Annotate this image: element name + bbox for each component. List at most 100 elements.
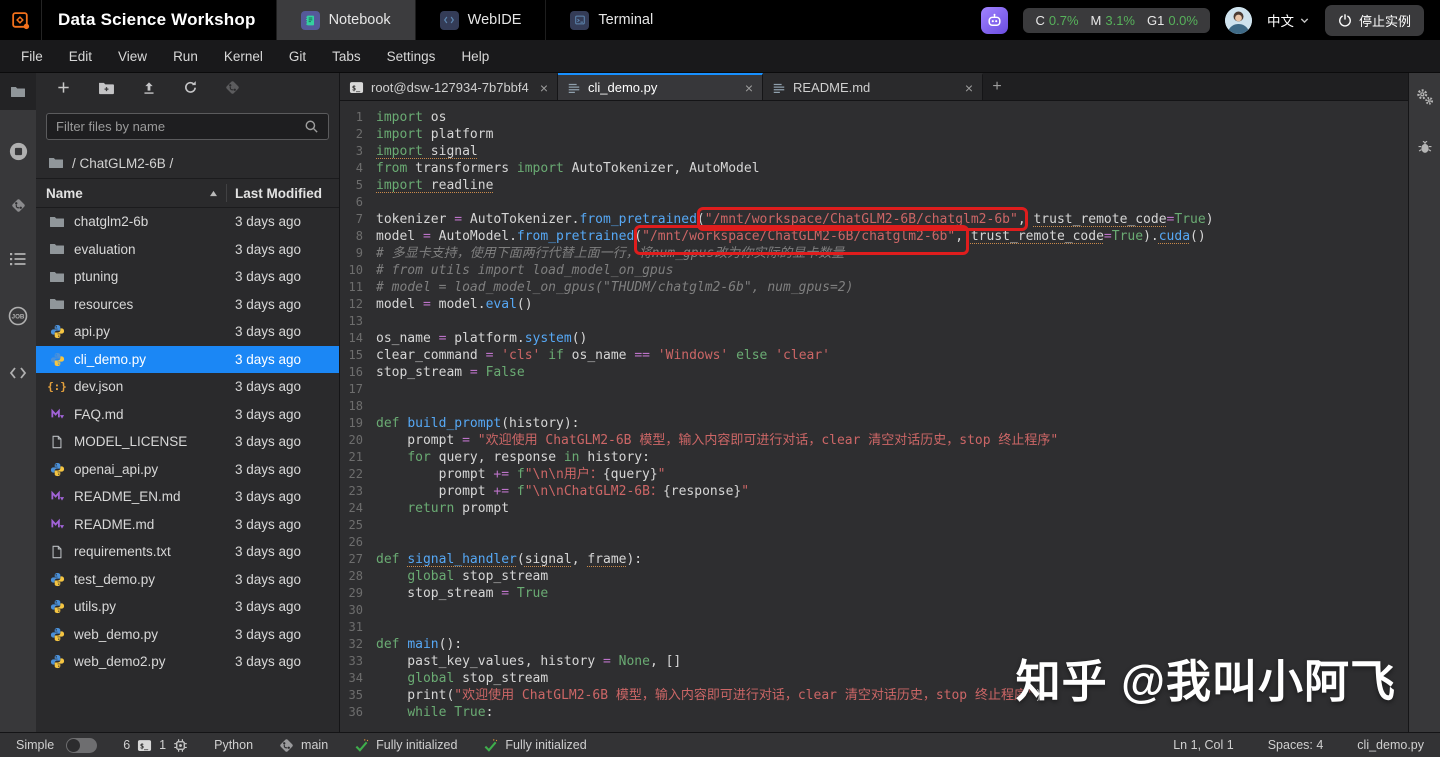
simple-mode-toggle[interactable] bbox=[66, 737, 98, 753]
file-row[interactable]: ptuning 3 days ago bbox=[36, 263, 339, 291]
filter-files-input[interactable] bbox=[56, 119, 304, 134]
folder-small-icon bbox=[48, 155, 64, 171]
menu-file[interactable]: File bbox=[8, 49, 56, 64]
product-tab-notebook[interactable]: Notebook bbox=[275, 0, 415, 40]
avatar[interactable] bbox=[1224, 6, 1252, 34]
menu-kernel[interactable]: Kernel bbox=[211, 49, 276, 64]
menu-edit[interactable]: Edit bbox=[56, 49, 105, 64]
kernels-count[interactable]: 1 bbox=[159, 738, 166, 752]
menu-run[interactable]: Run bbox=[160, 49, 211, 64]
file-row[interactable]: {:} dev.json 3 days ago bbox=[36, 373, 339, 401]
file-row[interactable]: FAQ.md 3 days ago bbox=[36, 401, 339, 429]
file-modified: 3 days ago bbox=[235, 269, 302, 285]
stop-instance-button[interactable]: 停止实例 bbox=[1324, 4, 1424, 36]
code-text: # 多显卡支持，使用下面两行代替上面一行，将num_gpus改为你实际的显卡数量 bbox=[376, 246, 845, 261]
rail-item-git[interactable] bbox=[11, 198, 26, 218]
robot-icon bbox=[986, 12, 1003, 29]
line-number: 4 bbox=[355, 161, 363, 175]
file-row[interactable]: resources 3 days ago bbox=[36, 291, 339, 319]
rail-item-list[interactable] bbox=[8, 249, 28, 274]
file-row[interactable]: cli_demo.py 3 days ago bbox=[36, 345, 339, 373]
file-row[interactable]: evaluation 3 days ago bbox=[36, 236, 339, 264]
rail-item-job[interactable]: JOB bbox=[7, 305, 29, 332]
editor-tab-label: README.md bbox=[793, 80, 871, 95]
close-icon[interactable]: × bbox=[745, 80, 753, 96]
file-row[interactable]: MODEL_LICENSE 3 days ago bbox=[36, 428, 339, 456]
code-icon bbox=[8, 363, 28, 383]
rail-item-stop-circle[interactable] bbox=[8, 141, 29, 167]
editor-tab-readme-md[interactable]: README.md × bbox=[763, 73, 983, 100]
file-row[interactable]: utils.py 3 days ago bbox=[36, 593, 339, 621]
rail-item-code[interactable] bbox=[8, 363, 28, 388]
lsp-status-2[interactable]: Fully initialized bbox=[483, 738, 587, 753]
stop-instance-label: 停止实例 bbox=[1358, 13, 1411, 29]
rail-item-bug[interactable] bbox=[1416, 138, 1434, 161]
new-tab-button[interactable]: + bbox=[983, 73, 1011, 100]
code-text: from transformers import AutoTokenizer, … bbox=[376, 161, 760, 176]
menu-help[interactable]: Help bbox=[448, 49, 502, 64]
column-last-modified[interactable]: Last Modified bbox=[227, 186, 339, 201]
code-line: 12 model = model.eval() bbox=[340, 296, 1408, 313]
lsp-status-1[interactable]: Fully initialized bbox=[354, 738, 457, 753]
line-number: 6 bbox=[355, 195, 363, 209]
breadcrumb[interactable]: / ChatGLM2-6B / bbox=[36, 148, 339, 178]
top-header: Data Science Workshop Notebook WebIDE Term… bbox=[0, 0, 1440, 40]
rail-item-folder[interactable] bbox=[0, 73, 36, 110]
new-folder-button[interactable] bbox=[98, 81, 115, 100]
rail-item-gears[interactable] bbox=[1415, 87, 1435, 112]
column-name[interactable]: Name bbox=[36, 186, 226, 201]
code-line: 22 prompt += f"\n\n用户：{query}" bbox=[340, 466, 1408, 483]
plus-icon bbox=[56, 80, 71, 95]
menu-git[interactable]: Git bbox=[276, 49, 319, 64]
gears-icon bbox=[1415, 87, 1435, 107]
file-row[interactable]: README.md 3 days ago bbox=[36, 511, 339, 539]
close-icon[interactable]: × bbox=[540, 80, 548, 96]
language-selector[interactable]: 中文 bbox=[1267, 10, 1310, 30]
python-icon bbox=[50, 462, 65, 477]
code-line: 7 tokenizer = AutoTokenizer.from_pretrain… bbox=[340, 207, 1408, 231]
code-text: print("欢迎使用 ChatGLM2-6B 模型，输入内容即可进行对话，cl… bbox=[376, 688, 1043, 703]
resource-label: C bbox=[1035, 12, 1045, 28]
code-text: prompt = "欢迎使用 ChatGLM2-6B 模型，输入内容即可进行对话… bbox=[376, 433, 1059, 448]
file-row[interactable]: web_demo.py 3 days ago bbox=[36, 621, 339, 649]
indent-setting[interactable]: Spaces: 4 bbox=[1268, 738, 1324, 752]
code-text: prompt += f"\n\n用户：{query}" bbox=[376, 467, 666, 482]
close-icon[interactable]: × bbox=[965, 80, 973, 96]
refresh-icon bbox=[183, 80, 198, 95]
menu-settings[interactable]: Settings bbox=[374, 49, 449, 64]
refresh-button[interactable] bbox=[183, 80, 198, 100]
code-editor[interactable]: 1 import os 2 import platform 3 import signal… bbox=[340, 101, 1408, 732]
product-tab-label: Notebook bbox=[328, 12, 391, 28]
code-line: 23 prompt += f"\n\nChatGLM2-6B：{response… bbox=[340, 483, 1408, 500]
editor-tab-root-dsw-127934-7b7bbf4[interactable]: $_ root@dsw-127934-7b7bbf4 × bbox=[340, 73, 558, 100]
terminals-count[interactable]: 6 bbox=[123, 738, 130, 752]
menu-tabs[interactable]: Tabs bbox=[319, 49, 374, 64]
line-number: 22 bbox=[348, 467, 363, 481]
upload-button[interactable] bbox=[142, 81, 156, 100]
line-number: 1 bbox=[355, 110, 363, 124]
editor-tab-cli-demo-py[interactable]: cli_demo.py × bbox=[558, 73, 763, 100]
menu-view[interactable]: View bbox=[105, 49, 160, 64]
file-row[interactable]: requirements.txt 3 days ago bbox=[36, 538, 339, 566]
kernel-name[interactable]: Python bbox=[214, 738, 253, 752]
file-row[interactable]: web_demo2.py 3 days ago bbox=[36, 648, 339, 676]
new-launcher-button[interactable] bbox=[56, 80, 71, 100]
file-row[interactable]: api.py 3 days ago bbox=[36, 318, 339, 346]
resource-usage-badge[interactable]: C 0.7% M 3.1% G1 0.0% bbox=[1023, 7, 1210, 33]
resource-value: 0.0% bbox=[1168, 12, 1198, 28]
product-tab-terminal[interactable]: Terminal bbox=[545, 0, 677, 40]
line-number: 33 bbox=[348, 654, 363, 668]
product-tab-webide[interactable]: WebIDE bbox=[414, 0, 546, 40]
file-row[interactable]: chatglm2-6b 3 days ago bbox=[36, 208, 339, 236]
git-branch-name[interactable]: main bbox=[301, 738, 328, 752]
file-row[interactable]: test_demo.py 3 days ago bbox=[36, 566, 339, 594]
file-row[interactable]: README_EN.md 3 days ago bbox=[36, 483, 339, 511]
file-row[interactable]: openai_api.py 3 days ago bbox=[36, 456, 339, 484]
file-browser-toolbar bbox=[36, 73, 339, 107]
cursor-position[interactable]: Ln 1, Col 1 bbox=[1173, 738, 1233, 752]
assistant-button[interactable] bbox=[981, 6, 1009, 34]
code-line: 18 bbox=[340, 398, 1408, 415]
line-number: 34 bbox=[348, 671, 363, 685]
file-name: requirements.txt bbox=[74, 544, 171, 560]
git-clone-button[interactable] bbox=[225, 80, 240, 100]
